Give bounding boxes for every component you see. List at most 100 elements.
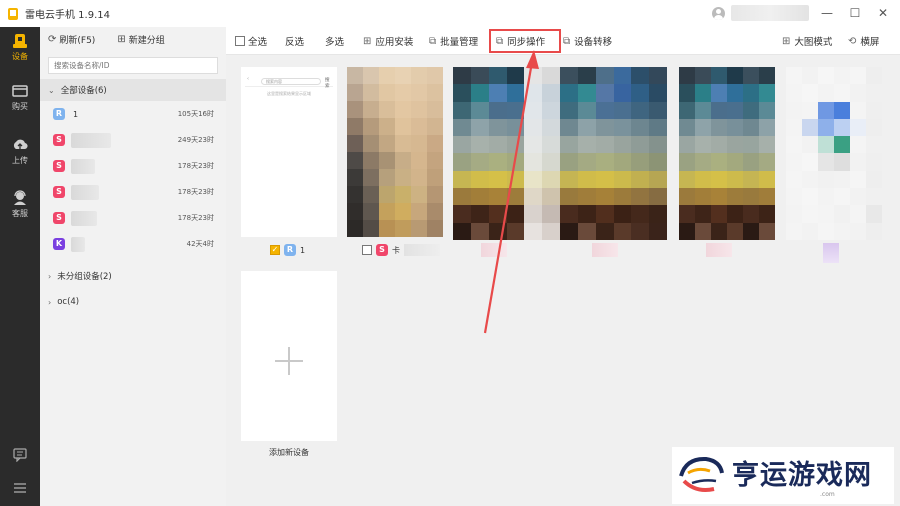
device-time: 249天23时 — [177, 136, 214, 144]
back-icon: ‹ — [247, 76, 249, 82]
refresh-button[interactable]: ⟳ 刷新(F5) — [48, 33, 95, 46]
sync-highlight-box — [489, 29, 561, 53]
app-window: 雷电云手机 1.9.14 — ☐ ✕ 设备 购买 上传 客服 ⟳ 刷新(F5) … — [0, 0, 900, 506]
invert-selection-button[interactable]: 反选 — [285, 34, 304, 48]
support-icon — [14, 190, 26, 205]
chevron-right-icon: › — [48, 297, 52, 307]
watermark-text: 亨运游戏网 — [732, 460, 872, 491]
message-icon[interactable] — [13, 448, 27, 462]
device-name-redacted — [71, 210, 97, 226]
group-all-devices[interactable]: ⌄ 全部设备(6) — [40, 79, 226, 101]
device-badge-icon: R — [53, 108, 65, 120]
device-transfer-button[interactable]: ⧉ 设备转移 — [563, 34, 613, 49]
card-screen-hint: 这里是搜索结果显示区域 — [267, 91, 311, 96]
device-card-label: ✓ R 1 — [270, 244, 305, 256]
device-time: 42天4时 — [186, 240, 214, 248]
group-ungrouped[interactable]: › 未分组设备(2) — [40, 265, 226, 287]
chevron-right-icon: › — [48, 271, 52, 281]
device-time: 178天23时 — [177, 188, 214, 196]
watermark-logo: 亨运游戏网 .com — [672, 447, 894, 504]
device-name-redacted — [71, 132, 111, 148]
upload-icon — [13, 139, 28, 150]
landscape-button[interactable]: ⟲ 横屏 — [848, 34, 880, 49]
app-install-label: 应用安装 — [375, 37, 414, 48]
close-button[interactable]: ✕ — [873, 4, 893, 22]
purchase-icon — [12, 85, 28, 97]
batch-icon: ⧉ — [429, 35, 437, 47]
user-account[interactable] — [712, 5, 809, 21]
search-input[interactable] — [54, 61, 217, 70]
device-card[interactable]: ‹ 搜索内容 搜索 这里是搜索结果显示区域 — [241, 67, 337, 237]
card-name: 1 — [300, 245, 306, 255]
nav-label: 设备 — [12, 52, 28, 61]
nav-item-support[interactable]: 客服 — [0, 188, 40, 228]
chevron-down-icon: ⌄ — [48, 85, 55, 95]
device-row[interactable]: K 42天4时 — [40, 231, 226, 257]
device-time: 178天23时 — [177, 214, 214, 222]
large-mode-label: 大图模式 — [794, 37, 833, 48]
nav-label: 客服 — [12, 209, 28, 218]
select-all-label: 全选 — [248, 37, 268, 48]
device-badge-icon: K — [53, 238, 65, 250]
nav-item-device[interactable]: 设备 — [0, 31, 40, 71]
group-label: oc(4) — [57, 297, 80, 307]
card-label-redacted — [592, 243, 618, 257]
card-label-redacted — [706, 243, 732, 257]
batch-manage-button[interactable]: ⧉ 批量管理 — [429, 34, 478, 49]
checkbox-checked-icon[interactable]: ✓ — [270, 245, 280, 255]
panel-toolbar: ⟳ 刷新(F5) ⊞ 新建分组 — [40, 27, 226, 52]
watermark-domain: .com — [820, 491, 835, 498]
nav-label: 上传 — [12, 156, 28, 165]
device-time: 105天16时 — [177, 110, 214, 118]
device-row[interactable]: S 178天23时 — [40, 205, 226, 231]
device-row[interactable]: S 249天23时 — [40, 127, 226, 153]
minimize-button[interactable]: — — [817, 4, 837, 22]
add-device-card[interactable] — [241, 271, 337, 441]
nav-item-purchase[interactable]: 购买 — [0, 81, 40, 121]
main-toolbar: 全选 反选 多选 ⊞ 应用安装 ⧉ 批量管理 ⧉ 同步操作 ⧉ 设备转移 ⊞ 大… — [226, 27, 900, 55]
select-all-checkbox[interactable]: 全选 — [235, 34, 267, 48]
device-time: 178天23时 — [177, 162, 214, 170]
user-avatar-icon[interactable] — [712, 6, 725, 20]
main-area: 全选 反选 多选 ⊞ 应用安装 ⧉ 批量管理 ⧉ 同步操作 ⧉ 设备转移 ⊞ 大… — [226, 27, 900, 506]
card-label-redacted — [823, 243, 839, 263]
refresh-icon: ⟳ — [48, 34, 57, 45]
device-card-blurred[interactable] — [786, 67, 882, 240]
device-badge-icon: S — [53, 212, 65, 224]
multi-select-button[interactable]: 多选 — [325, 34, 344, 48]
checkbox-icon[interactable] — [362, 245, 372, 255]
user-name-redacted — [731, 5, 809, 21]
device-badge-icon: S — [53, 134, 65, 146]
landscape-label: 横屏 — [860, 37, 880, 48]
card-name: 卡 — [392, 245, 400, 255]
device-row[interactable]: R 1 105天16时 — [40, 101, 226, 127]
device-card-blurred[interactable] — [347, 67, 443, 237]
transfer-icon: ⧉ — [563, 35, 571, 47]
device-badge-icon: S — [376, 244, 388, 256]
search-box[interactable] — [48, 57, 218, 74]
new-group-label: 新建分组 — [128, 36, 165, 46]
left-nav: 设备 购买 上传 客服 — [0, 27, 40, 506]
multi-label: 多选 — [325, 37, 345, 48]
device-card-blurred[interactable] — [679, 67, 775, 240]
menu-icon[interactable] — [13, 481, 27, 495]
refresh-label: 刷新(F5) — [59, 36, 96, 46]
new-group-button[interactable]: ⊞ 新建分组 — [117, 33, 164, 46]
device-card-blurred[interactable] — [453, 67, 667, 240]
device-badge-icon: S — [53, 160, 65, 172]
nav-label: 购买 — [12, 102, 28, 111]
title-bar: 雷电云手机 1.9.14 — ☐ ✕ — [0, 0, 900, 27]
app-install-button[interactable]: ⊞ 应用安装 — [363, 34, 414, 49]
card-label-redacted — [481, 243, 507, 257]
group-oc[interactable]: › oc(4) — [40, 291, 226, 313]
app-title: 雷电云手机 1.9.14 — [25, 10, 110, 21]
transfer-label: 设备转移 — [574, 37, 613, 48]
nav-item-upload[interactable]: 上传 — [0, 135, 40, 175]
large-mode-button[interactable]: ⊞ 大图模式 — [782, 34, 833, 49]
device-name-redacted — [71, 158, 95, 174]
folder-plus-icon: ⊞ — [117, 34, 126, 45]
device-row[interactable]: S 178天23时 — [40, 153, 226, 179]
group-label: 全部设备(6) — [60, 86, 107, 96]
device-row[interactable]: S 178天23时 — [40, 179, 226, 205]
maximize-button[interactable]: ☐ — [845, 4, 865, 22]
